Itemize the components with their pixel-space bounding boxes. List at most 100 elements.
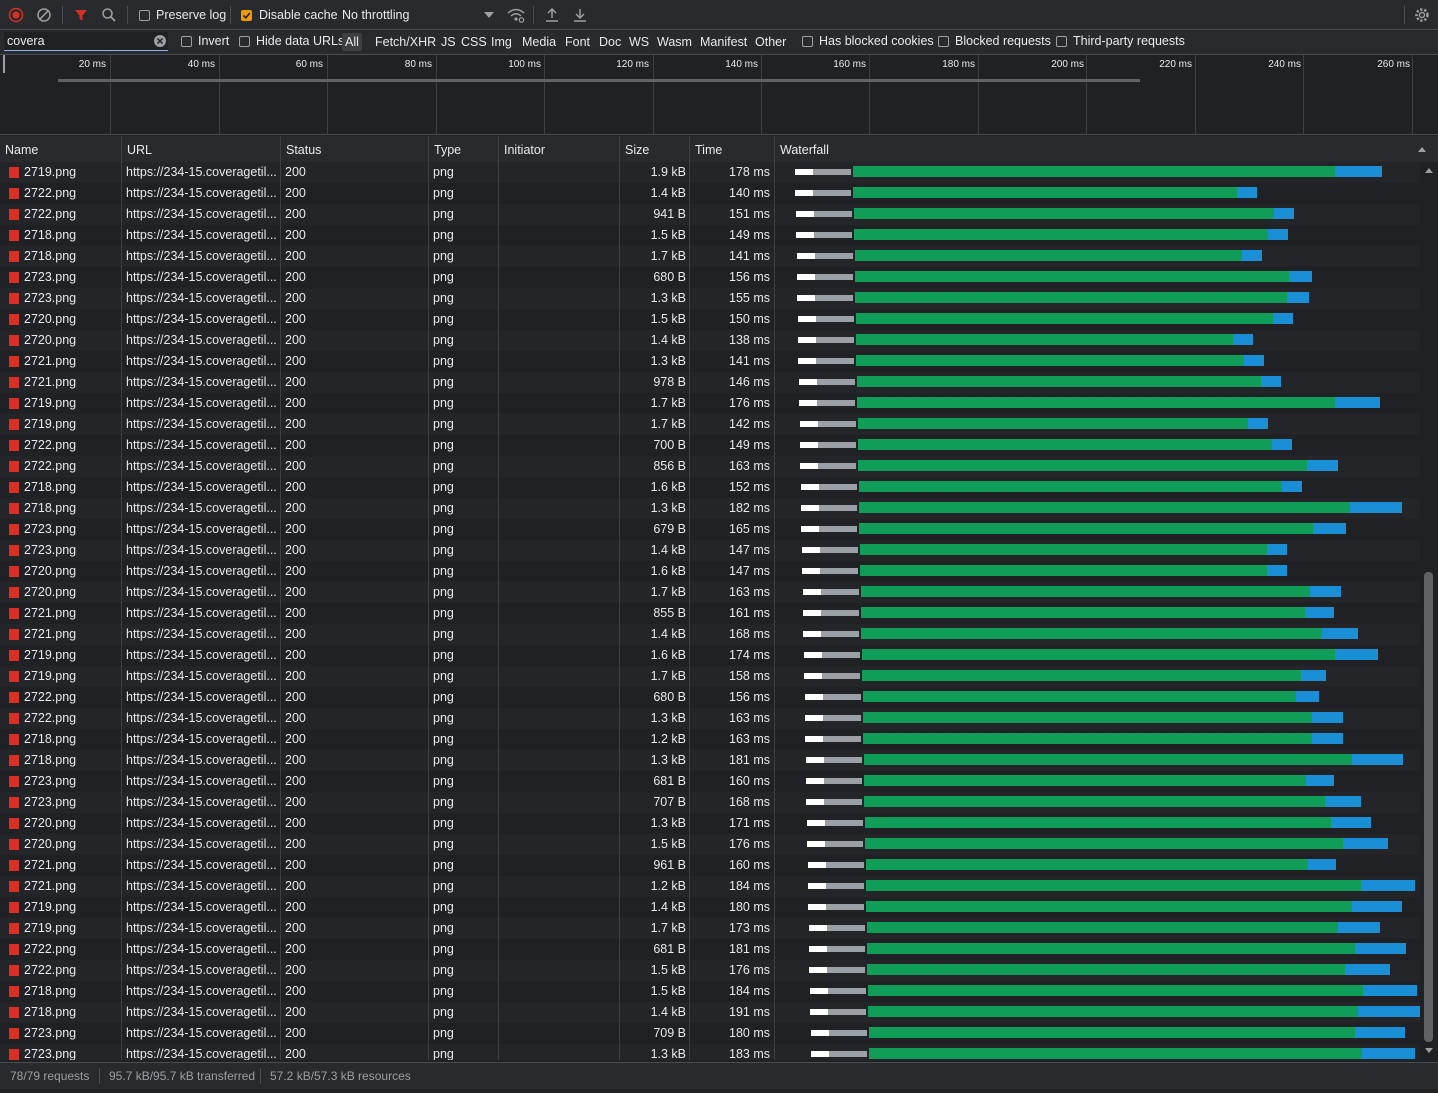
request-time: 141 ms bbox=[729, 249, 770, 263]
column-header-size[interactable]: Size bbox=[620, 136, 690, 162]
table-row[interactable]: 2723.png https://234-15.coveragetil... 200… bbox=[0, 792, 1420, 813]
request-status: 200 bbox=[285, 312, 306, 326]
table-row[interactable]: 2718.png https://234-15.coveragetil... 200… bbox=[0, 477, 1420, 498]
column-header-url[interactable]: URL bbox=[122, 136, 281, 162]
table-row[interactable]: 2722.png https://234-15.coveragetil... 200… bbox=[0, 960, 1420, 981]
type-filter-img[interactable]: Img bbox=[488, 33, 515, 51]
request-size: 680 B bbox=[653, 270, 686, 284]
table-row[interactable]: 2720.png https://234-15.coveragetil... 200… bbox=[0, 330, 1420, 351]
type-filter-manifest[interactable]: Manifest bbox=[697, 33, 750, 51]
table-row[interactable]: 2721.png https://234-15.coveragetil... 200… bbox=[0, 876, 1420, 897]
type-filter-all[interactable]: All bbox=[342, 33, 362, 51]
scrollbar-thumb[interactable] bbox=[1424, 572, 1433, 1042]
table-row[interactable]: 2723.png https://234-15.coveragetil... 200… bbox=[0, 771, 1420, 792]
blocked-requests-checkbox[interactable] bbox=[938, 36, 949, 47]
timeline-overview[interactable]: 20 ms 40 ms 60 ms 80 ms 100 ms 120 ms 14… bbox=[0, 55, 1438, 135]
table-row[interactable]: 2723.png https://234-15.coveragetil... 200… bbox=[0, 288, 1420, 309]
table-scrollbar[interactable] bbox=[1420, 162, 1438, 1060]
table-row[interactable]: 2719.png https://234-15.coveragetil... 200… bbox=[0, 897, 1420, 918]
table-row[interactable]: 2722.png https://234-15.coveragetil... 200… bbox=[0, 708, 1420, 729]
table-row[interactable]: 2722.png https://234-15.coveragetil... 200… bbox=[0, 456, 1420, 477]
waterfall-stalled-segment bbox=[827, 967, 866, 973]
column-header-waterfall[interactable]: Waterfall bbox=[775, 136, 1438, 162]
preserve-log-checkbox[interactable] bbox=[139, 10, 150, 21]
type-filter-font[interactable]: Font bbox=[562, 33, 593, 51]
table-row[interactable]: 2722.png https://234-15.coveragetil... 200… bbox=[0, 435, 1420, 456]
filter-toggle-button[interactable] bbox=[71, 5, 91, 25]
network-conditions-button[interactable] bbox=[506, 5, 526, 25]
has-blocked-cookies-checkbox[interactable] bbox=[802, 36, 813, 47]
table-row[interactable]: 2721.png https://234-15.coveragetil... 200… bbox=[0, 351, 1420, 372]
table-row[interactable]: 2720.png https://234-15.coveragetil... 200… bbox=[0, 813, 1420, 834]
table-row[interactable]: 2718.png https://234-15.coveragetil... 200… bbox=[0, 750, 1420, 771]
column-header-status[interactable]: Status bbox=[281, 136, 429, 162]
table-row[interactable]: 2718.png https://234-15.coveragetil... 200… bbox=[0, 981, 1420, 1002]
type-filter-other[interactable]: Other bbox=[752, 33, 789, 51]
scroll-down-arrow-icon[interactable] bbox=[1425, 1048, 1433, 1053]
image-file-icon bbox=[9, 818, 19, 829]
type-filter-js[interactable]: JS bbox=[438, 33, 459, 51]
overview-tick-label: 80 ms bbox=[404, 59, 432, 70]
table-row[interactable]: 2722.png https://234-15.coveragetil... 200… bbox=[0, 687, 1420, 708]
hide-data-urls-checkbox[interactable] bbox=[239, 36, 250, 47]
table-row[interactable]: 2720.png https://234-15.coveragetil... 200… bbox=[0, 561, 1420, 582]
table-row[interactable]: 2719.png https://234-15.coveragetil... 200… bbox=[0, 666, 1420, 687]
table-row[interactable]: 2719.png https://234-15.coveragetil... 200… bbox=[0, 162, 1420, 183]
type-filter-media[interactable]: Media bbox=[519, 33, 559, 51]
type-filter-ws[interactable]: WS bbox=[626, 33, 652, 51]
image-file-icon bbox=[9, 902, 19, 913]
request-url: https://234-15.coveragetil... bbox=[126, 480, 276, 494]
table-row[interactable]: 2723.png https://234-15.coveragetil... 200… bbox=[0, 519, 1420, 540]
table-row[interactable]: 2718.png https://234-15.coveragetil... 200… bbox=[0, 729, 1420, 750]
column-header-name[interactable]: Name bbox=[0, 136, 122, 162]
type-filter-css[interactable]: CSS bbox=[458, 33, 490, 51]
filter-input[interactable] bbox=[7, 33, 147, 49]
table-row[interactable]: 2721.png https://234-15.coveragetil... 200… bbox=[0, 372, 1420, 393]
throttling-value: No throttling bbox=[342, 8, 410, 22]
table-row[interactable]: 2720.png https://234-15.coveragetil... 200… bbox=[0, 582, 1420, 603]
record-button[interactable] bbox=[6, 5, 26, 25]
table-row[interactable]: 2723.png https://234-15.coveragetil... 200… bbox=[0, 540, 1420, 561]
table-row[interactable]: 2719.png https://234-15.coveragetil... 200… bbox=[0, 645, 1420, 666]
image-file-icon bbox=[9, 587, 19, 598]
table-row[interactable]: 2723.png https://234-15.coveragetil... 200… bbox=[0, 1023, 1420, 1044]
disable-cache-checkbox[interactable] bbox=[241, 10, 252, 21]
export-har-button[interactable] bbox=[570, 5, 590, 25]
table-row[interactable]: 2721.png https://234-15.coveragetil... 200… bbox=[0, 624, 1420, 645]
table-row[interactable]: 2719.png https://234-15.coveragetil... 200… bbox=[0, 414, 1420, 435]
invert-checkbox[interactable] bbox=[181, 36, 192, 47]
waterfall-queueing-segment bbox=[809, 967, 828, 973]
table-row[interactable]: 2723.png https://234-15.coveragetil... 200… bbox=[0, 267, 1420, 288]
third-party-requests-checkbox[interactable] bbox=[1056, 36, 1067, 47]
table-row[interactable]: 2718.png https://234-15.coveragetil... 200… bbox=[0, 498, 1420, 519]
waterfall-queueing-segment bbox=[797, 295, 816, 301]
type-filter-fetch-xhr[interactable]: Fetch/XHR bbox=[372, 33, 439, 51]
type-filter-wasm[interactable]: Wasm bbox=[654, 33, 695, 51]
throttling-select[interactable]: No throttling bbox=[340, 5, 500, 25]
type-filter-doc[interactable]: Doc bbox=[596, 33, 624, 51]
settings-button[interactable] bbox=[1412, 5, 1432, 25]
clear-filter-icon[interactable] bbox=[154, 35, 166, 47]
table-row[interactable]: 2721.png https://234-15.coveragetil... 200… bbox=[0, 603, 1420, 624]
search-button[interactable] bbox=[99, 5, 119, 25]
import-har-button[interactable] bbox=[542, 5, 562, 25]
request-size: 1.6 kB bbox=[650, 480, 686, 494]
table-row[interactable]: 2719.png https://234-15.coveragetil... 200… bbox=[0, 393, 1420, 414]
column-header-initiator[interactable]: Initiator bbox=[499, 136, 620, 162]
column-header-type[interactable]: Type bbox=[429, 136, 499, 162]
table-row[interactable]: 2718.png https://234-15.coveragetil... 200… bbox=[0, 1002, 1420, 1023]
table-row[interactable]: 2722.png https://234-15.coveragetil... 200… bbox=[0, 204, 1420, 225]
table-row[interactable]: 2718.png https://234-15.coveragetil... 200… bbox=[0, 246, 1420, 267]
table-row[interactable]: 2722.png https://234-15.coveragetil... 200… bbox=[0, 939, 1420, 960]
table-row[interactable]: 2722.png https://234-15.coveragetil... 200… bbox=[0, 183, 1420, 204]
table-row[interactable]: 2721.png https://234-15.coveragetil... 200… bbox=[0, 855, 1420, 876]
table-row[interactable]: 2720.png https://234-15.coveragetil... 200… bbox=[0, 834, 1420, 855]
table-row[interactable]: 2719.png https://234-15.coveragetil... 200… bbox=[0, 918, 1420, 939]
table-row[interactable]: 2718.png https://234-15.coveragetil... 200… bbox=[0, 225, 1420, 246]
clear-button[interactable] bbox=[34, 5, 54, 25]
scroll-up-arrow-icon[interactable] bbox=[1425, 168, 1433, 173]
table-row[interactable]: 2723.png https://234-15.coveragetil... 200… bbox=[0, 1044, 1420, 1060]
request-name: 2719.png bbox=[24, 669, 77, 683]
column-header-time[interactable]: Time bbox=[690, 136, 775, 162]
table-row[interactable]: 2720.png https://234-15.coveragetil... 200… bbox=[0, 309, 1420, 330]
